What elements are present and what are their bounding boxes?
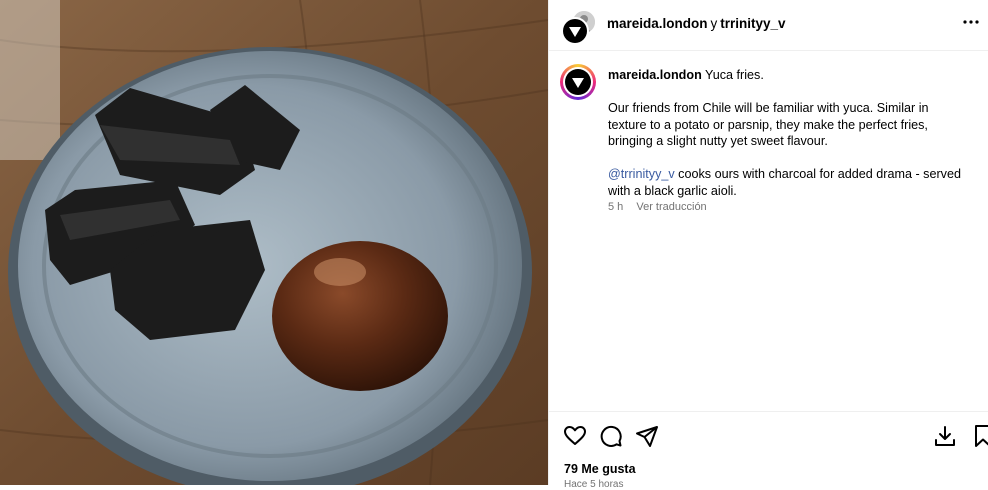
header-user2-link[interactable]: trrinityy_v bbox=[720, 16, 785, 31]
action-bar: 79 Me gusta Hace 5 horas bbox=[549, 411, 988, 490]
header-user1-link[interactable]: mareida.london bbox=[607, 16, 708, 31]
likes-count[interactable]: 79 Me gusta bbox=[564, 462, 636, 476]
download-icon[interactable] bbox=[933, 424, 957, 448]
collab-avatars[interactable] bbox=[561, 9, 597, 45]
heart-icon[interactable] bbox=[563, 424, 587, 448]
avatar-mareida[interactable] bbox=[561, 17, 589, 45]
post-image[interactable] bbox=[0, 0, 548, 485]
bookmark-icon[interactable] bbox=[971, 424, 988, 448]
header-conjunction: y bbox=[710, 16, 718, 31]
caption-paragraph-1: Our friends from Chile will be familiar … bbox=[608, 101, 929, 148]
post-panel: mareida.london y trrinityy_v mareida.londo… bbox=[548, 0, 988, 490]
post-header: mareida.london y trrinityy_v bbox=[549, 0, 988, 51]
caption-title: Yuca fries. bbox=[705, 68, 764, 82]
mention-link[interactable]: @trrinityy_v bbox=[608, 167, 675, 181]
caption-text: mareida.london Yuca fries. Our friends f… bbox=[608, 67, 968, 199]
send-icon[interactable] bbox=[635, 424, 659, 448]
more-options-icon[interactable] bbox=[963, 14, 979, 35]
caption-username-link[interactable]: mareida.london bbox=[608, 68, 702, 82]
food-photo bbox=[0, 0, 548, 485]
header-usernames: mareida.london y trrinityy_v bbox=[607, 16, 786, 31]
caption-avatar[interactable] bbox=[560, 64, 596, 100]
caption-meta: 5 h Ver traducción bbox=[608, 201, 717, 213]
comment-icon[interactable] bbox=[599, 424, 623, 448]
translate-link[interactable]: Ver traducción bbox=[636, 201, 706, 213]
post-time: 5 h bbox=[608, 201, 624, 213]
